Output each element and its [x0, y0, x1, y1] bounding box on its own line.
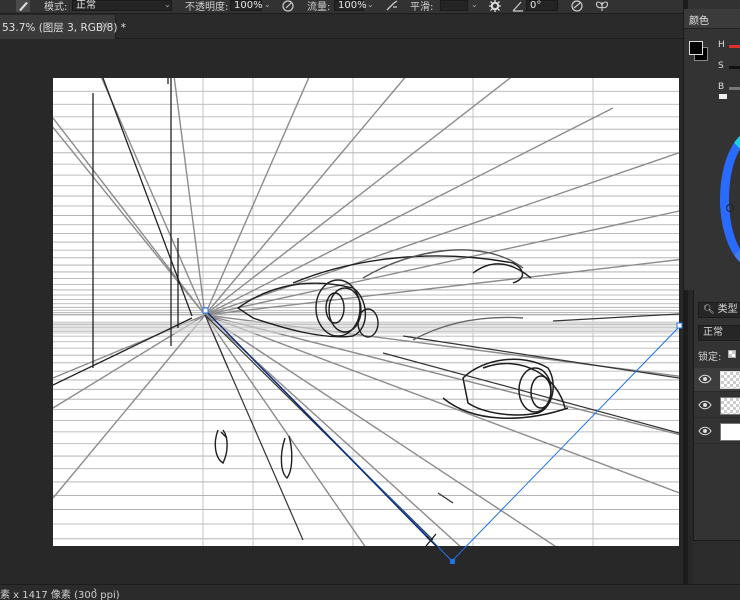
hue-label: H: [718, 40, 725, 50]
document-canvas[interactable]: [53, 78, 679, 546]
grid-line: [204, 314, 557, 546]
grid-line: [53, 126, 206, 316]
grid-line: [53, 314, 206, 499]
grid-line: [204, 78, 310, 316]
layer-filter-label: 类型: [717, 304, 738, 315]
slider-thumb[interactable]: [719, 94, 727, 99]
color-picker-ring[interactable]: [726, 204, 734, 212]
mode-label: 模式:: [44, 2, 68, 13]
layer-thumbnail[interactable]: [720, 371, 740, 389]
color-panel: 颜色 H S B: [683, 9, 740, 290]
hue-slider[interactable]: [729, 45, 740, 48]
airbrush-icon[interactable]: [385, 0, 399, 12]
blend-mode-value: 正常: [703, 327, 723, 338]
eye-icon[interactable]: [698, 426, 712, 436]
search-icon: 🔍︎: [703, 305, 715, 315]
butterfly-symmetry-icon[interactable]: [595, 0, 609, 12]
brush-icon[interactable]: [16, 0, 30, 12]
workspace[interactable]: [0, 40, 683, 584]
opacity-label: 不透明度:: [185, 2, 229, 13]
opacity-input[interactable]: 100%: [230, 0, 263, 11]
pressure-size-icon[interactable]: [570, 0, 584, 12]
flow-value: 100%: [338, 0, 367, 11]
flow-label: 流量:: [307, 2, 331, 13]
gear-icon[interactable]: [488, 0, 502, 12]
grid-line: [204, 210, 679, 316]
angle-icon: [512, 1, 523, 12]
pressure-opacity-icon[interactable]: [281, 0, 295, 12]
grid-line: [204, 258, 679, 316]
chevron-down-icon[interactable]: ⌄: [264, 0, 271, 9]
options-bar: 模式: 正常 ⌄ 不透明度: 100% ⌄ 流量: 100% ⌄ 平滑: ⌄ 0…: [0, 0, 740, 14]
angle-value: 0°: [530, 0, 542, 11]
horizon-band: [53, 321, 679, 334]
angle-input[interactable]: 0°: [526, 0, 558, 11]
document-info: 素 x 1417 像素 (300 ppi): [0, 590, 120, 600]
status-bar: 素 x 1417 像素 (300 ppi) ›: [0, 584, 740, 600]
close-icon[interactable]: ×: [101, 20, 109, 31]
layer-row[interactable]: [694, 368, 740, 392]
smoothing-label: 平滑:: [410, 2, 434, 13]
layer-thumbnail[interactable]: [720, 397, 740, 415]
lock-transparency-icon[interactable]: [728, 350, 736, 358]
eye-icon[interactable]: [698, 374, 712, 384]
opacity-value: 100%: [234, 0, 263, 11]
color-panel-tab[interactable]: 颜色: [684, 9, 740, 29]
flow-input[interactable]: 100%: [334, 0, 367, 11]
chevron-down-icon[interactable]: ⌄: [471, 0, 478, 9]
lock-label: 锁定:: [698, 352, 722, 363]
layer-row[interactable]: [694, 420, 740, 444]
mode-select[interactable]: 正常: [72, 0, 172, 11]
layer-filter-select[interactable]: 🔍︎ 类型: [698, 302, 740, 318]
document-tab[interactable]: 53.7% (图层 3, RGB/8) * ×: [0, 15, 126, 39]
layers-panel-footer: [693, 540, 740, 584]
saturation-label: S: [718, 61, 724, 71]
layer-row[interactable]: [694, 394, 740, 418]
grid-line: [204, 314, 366, 546]
brightness-slider[interactable]: [729, 87, 740, 90]
chevron-down-icon[interactable]: ⌄: [367, 0, 374, 9]
perspective-sketch: [53, 78, 679, 546]
grid-line: [204, 107, 614, 316]
brightness-label: B: [718, 82, 725, 92]
color-wheel[interactable]: [720, 129, 740, 269]
anchor-point[interactable]: [450, 559, 455, 564]
chevron-down-icon[interactable]: ⌄: [164, 0, 171, 9]
grid-line: [204, 314, 461, 546]
eye-icon[interactable]: [698, 400, 712, 410]
document-tab-strip: 53.7% (图层 3, RGB/8) * ×: [0, 15, 683, 39]
figure-sketches: [214, 429, 293, 480]
layers-panel: 🔍︎ 类型 正常 锁定:: [693, 290, 740, 540]
layer-thumbnail[interactable]: [720, 423, 740, 441]
chevron-right-icon[interactable]: ›: [93, 585, 97, 596]
saturation-slider[interactable]: [729, 66, 740, 69]
smoothing-input[interactable]: [440, 0, 468, 11]
mode-value: 正常: [76, 0, 96, 11]
blend-mode-select[interactable]: 正常: [698, 325, 740, 341]
foreground-color-swatch[interactable]: [689, 41, 703, 55]
